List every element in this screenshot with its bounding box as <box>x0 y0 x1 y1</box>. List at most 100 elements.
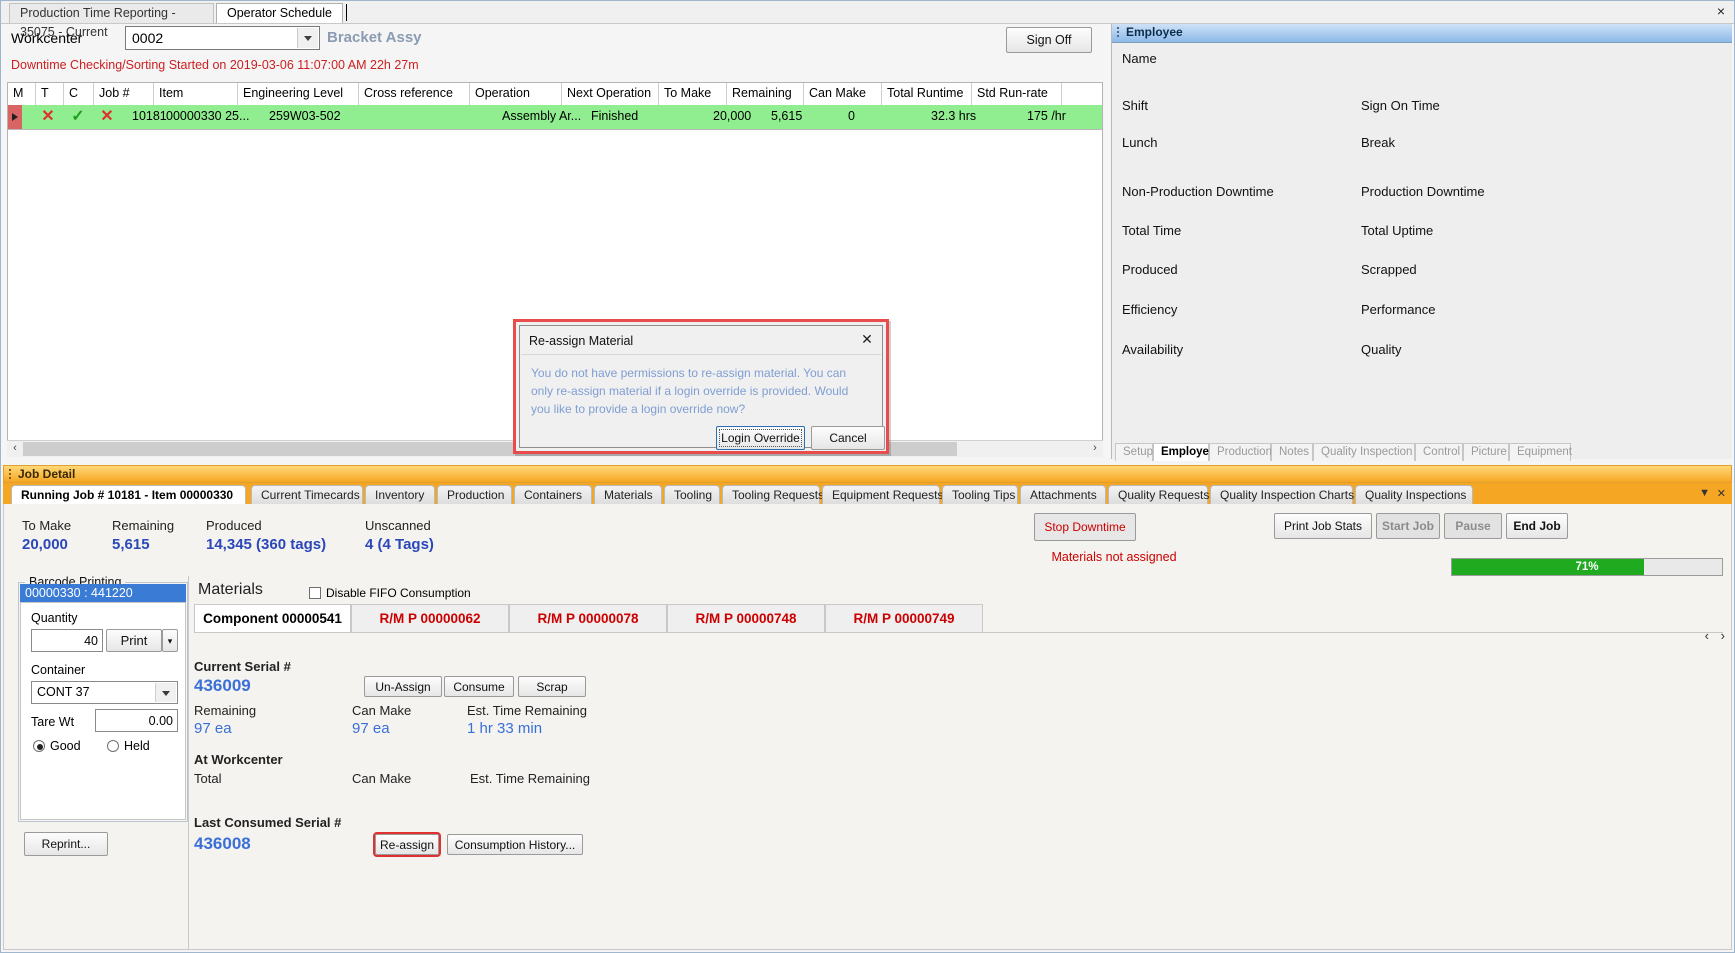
tab-production[interactable]: Production <box>437 485 512 505</box>
grid-col-cross-reference[interactable]: Cross reference <box>359 83 470 105</box>
checkbox-box <box>309 587 321 599</box>
material-tab-rmp-00000749[interactable]: R/M P 00000749 <box>825 604 983 632</box>
tab-setup[interactable]: Setup <box>1115 443 1153 461</box>
est-time-remaining-label: Est. Time Remaining <box>467 703 587 718</box>
stop-downtime-button[interactable]: Stop Downtime <box>1034 513 1136 541</box>
stat-unscanned: Unscanned 4 (4 Tags) <box>365 518 434 553</box>
job-progress-label: 71% <box>1575 561 1599 573</box>
field-name: Name <box>1122 51 1157 66</box>
tab-tooling[interactable]: Tooling <box>664 485 720 505</box>
tab-inventory[interactable]: Inventory <box>365 485 435 505</box>
current-serial-value: 436009 <box>194 676 251 695</box>
tab-tooling-tips[interactable]: Tooling Tips <box>942 485 1018 505</box>
workcenter-est-time-label: Est. Time Remaining <box>470 771 590 786</box>
tab-employee[interactable]: Employee <box>1153 443 1215 461</box>
can-make-value: 97 ea <box>352 720 390 737</box>
row-cell-operation: Assembly Ar... <box>502 109 582 123</box>
sign-off-button[interactable]: Sign Off <box>1006 27 1092 53</box>
re-assign-button[interactable]: Re-assign <box>373 832 441 857</box>
print-job-stats-button[interactable]: Print Job Stats <box>1274 513 1372 539</box>
start-job-button[interactable]: Start Job <box>1376 513 1440 539</box>
employee-panel-header: Employee <box>1112 24 1732 43</box>
scrap-button[interactable]: Scrap <box>518 676 586 697</box>
grid-col-job[interactable]: Job # <box>94 83 154 105</box>
tab-equipment-requests[interactable]: Equipment Requests <box>822 485 943 505</box>
tab-attachments[interactable]: Attachments <box>1020 485 1106 505</box>
grid-col-can-make[interactable]: Can Make <box>804 83 882 105</box>
consumption-history-button[interactable]: Consumption History... <box>447 834 583 855</box>
consume-button[interactable]: Consume <box>444 676 514 697</box>
tab-overflow-icon[interactable]: ▼ <box>1699 487 1710 499</box>
material-tab-component-00000541[interactable]: Component 00000541 <box>194 604 351 632</box>
material-tabs-next-icon[interactable]: › <box>1721 628 1725 643</box>
pause-button[interactable]: Pause <box>1444 513 1502 539</box>
tab-equipment[interactable]: Equipment <box>1509 443 1572 461</box>
grid-col-next-operation[interactable]: Next Operation <box>562 83 659 105</box>
grid-col-std-run-rate[interactable]: Std Run-rate <box>972 83 1062 105</box>
stat-label: Produced <box>206 518 262 533</box>
text-caret <box>346 4 347 21</box>
tab-containers[interactable]: Containers <box>514 485 592 505</box>
tab-quality-inspections[interactable]: Quality Inspections <box>1355 485 1473 505</box>
grid-col-m[interactable]: M <box>8 83 36 105</box>
tab-quality-requests[interactable]: Quality Requests <box>1108 485 1209 505</box>
can-make-label: Can Make <box>352 703 412 718</box>
field-break: Break <box>1361 135 1395 150</box>
scroll-left-icon[interactable]: ‹ <box>8 442 22 456</box>
workcenter-select[interactable]: 0002 <box>125 26 320 50</box>
field-availability: Availability <box>1122 342 1184 357</box>
field-scrapped: Scrapped <box>1361 262 1417 277</box>
modal-highlight-border: Re-assign Material ✕ You do not have per… <box>513 319 889 454</box>
table-row[interactable]: ✕ ✓ ✕ 10181 00000330 25... 259W03-502 As… <box>8 105 1102 130</box>
grid-col-remaining[interactable]: Remaining <box>727 83 804 105</box>
window-tab-operator-schedule[interactable]: Operator Schedule - 0002 <box>216 3 343 39</box>
grid-col-to-make[interactable]: To Make <box>659 83 727 105</box>
drag-handle-icon[interactable] <box>1117 27 1119 39</box>
grid-col-c[interactable]: C <box>64 83 94 105</box>
row-cell-cross-reference <box>359 105 470 129</box>
grid-col-item[interactable]: Item <box>154 83 238 105</box>
tab-control[interactable]: Control <box>1415 443 1463 461</box>
drag-handle-icon[interactable] <box>9 469 11 481</box>
chevron-down-icon[interactable] <box>297 28 318 48</box>
tab-tooling-requests[interactable]: Tooling Requests <box>722 485 824 505</box>
tab-production[interactable]: Production <box>1209 443 1272 461</box>
grid-col-t[interactable]: T <box>36 83 64 105</box>
employee-panel-title: Employee <box>1126 25 1183 39</box>
last-consumed-serial-value: 436008 <box>194 834 251 853</box>
close-icon[interactable]: × <box>1712 3 1730 21</box>
end-job-button[interactable]: End Job <box>1506 513 1568 539</box>
un-assign-button[interactable]: Un-Assign <box>364 676 442 697</box>
material-tab-rmp-00000062[interactable]: R/M P 00000062 <box>351 604 509 632</box>
row-cell-c[interactable]: ✕ <box>92 105 122 129</box>
stat-value: 5,615 <box>112 536 150 553</box>
tab-quality-inspection[interactable]: Quality Inspection <box>1313 443 1415 461</box>
cancel-button[interactable]: Cancel <box>811 426 885 450</box>
row-cell-t[interactable]: ✓ <box>64 105 92 129</box>
employee-panel-tabs: Setup Employee Production Notes Quality … <box>1115 443 1732 461</box>
grid-col-total-runtime[interactable]: Total Runtime <box>882 83 972 105</box>
reassign-material-dialog: Re-assign Material ✕ You do not have per… <box>519 325 885 450</box>
materials-tab-strip: Component 00000541 R/M P 00000062 R/M P … <box>194 604 1723 633</box>
tab-running-job[interactable]: Running Job # 10181 - Item 00000330 <box>11 485 246 505</box>
material-tab-rmp-00000748[interactable]: R/M P 00000748 <box>667 604 825 632</box>
tab-quality-inspection-charts[interactable]: Quality Inspection Charts <box>1210 485 1354 505</box>
login-override-button[interactable]: Login Override <box>716 426 805 450</box>
tab-current-timecards[interactable]: Current Timecards <box>251 485 363 505</box>
material-tab-rmp-00000078[interactable]: R/M P 00000078 <box>509 604 667 632</box>
close-icon[interactable]: ✕ <box>858 331 876 349</box>
stat-remaining: Remaining 5,615 <box>112 518 174 553</box>
window-tab-production-time-reporting[interactable]: Production Time Reporting - 35075 - Curr… <box>9 3 214 39</box>
material-tabs-prev-icon[interactable]: ‹ <box>1705 628 1709 643</box>
scroll-right-icon[interactable]: › <box>1088 442 1102 456</box>
window-tab-strip: Production Time Reporting - 35075 - Curr… <box>1 1 1734 39</box>
row-cell-m[interactable]: ✕ <box>34 105 62 129</box>
grid-col-operation[interactable]: Operation <box>470 83 562 105</box>
tab-picture[interactable]: Picture <box>1463 443 1509 461</box>
field-quality: Quality <box>1361 342 1402 357</box>
tab-close-icon[interactable]: ✕ <box>1717 487 1726 500</box>
tab-notes[interactable]: Notes <box>1271 443 1313 461</box>
grid-col-engineering-level[interactable]: Engineering Level <box>238 83 359 105</box>
stat-to-make: To Make 20,000 <box>22 518 71 553</box>
tab-materials[interactable]: Materials <box>594 485 662 505</box>
